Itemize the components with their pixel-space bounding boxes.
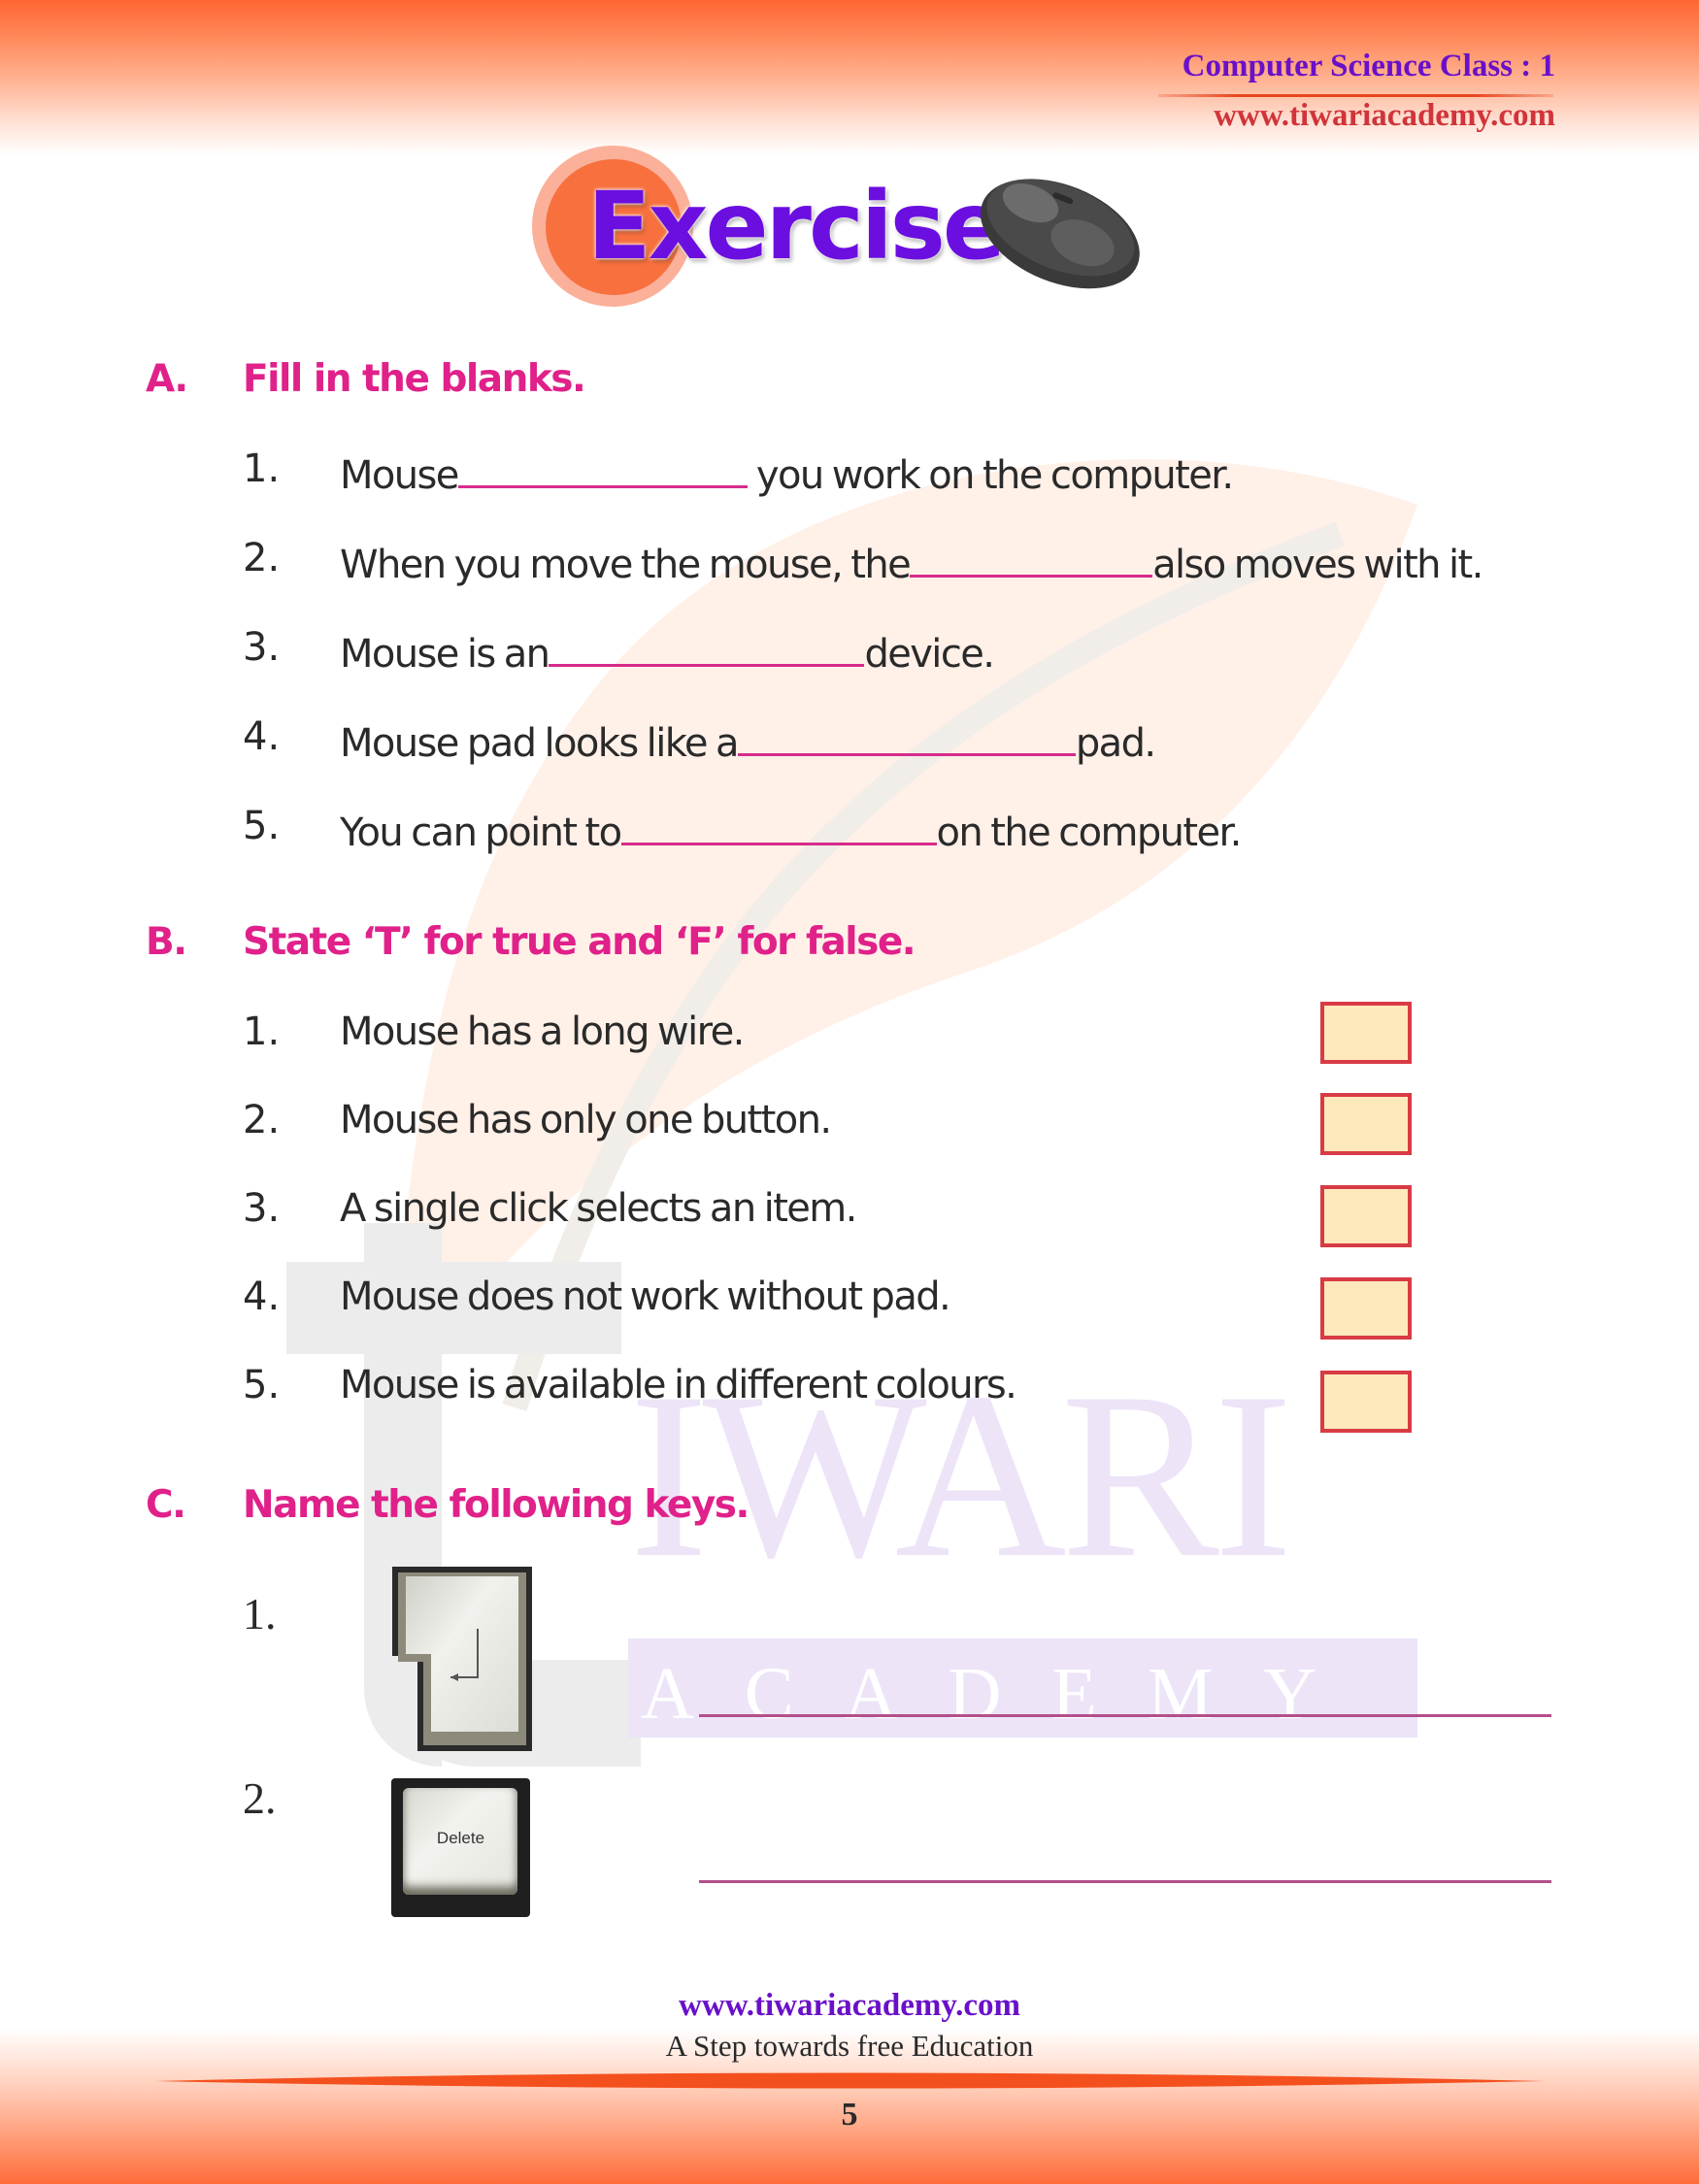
fill-blank-item: Mouse you work on the computer.: [340, 447, 1234, 498]
true-false-statement: Mouse is available in different colours.: [340, 1363, 1017, 1407]
header-website-link[interactable]: www.tiwariacademy.com: [1214, 98, 1555, 134]
fill-blank-input[interactable]: [910, 536, 1153, 578]
computer-mouse-icon: [980, 179, 1140, 289]
section-b-letter: B.: [146, 920, 187, 964]
section-a-letter: A.: [146, 357, 188, 401]
delete-key-icon: Delete: [391, 1778, 530, 1917]
true-false-answer-box[interactable]: [1320, 1002, 1412, 1064]
fill-blank-input[interactable]: [620, 804, 937, 845]
key-answer-line[interactable]: [699, 1880, 1551, 1883]
key-question-number: 1.: [243, 1589, 277, 1638]
footer-divider-swoosh: [155, 2072, 1544, 2089]
true-false-statement: Mouse has a long wire.: [340, 1009, 745, 1054]
fill-blank-input[interactable]: [737, 714, 1076, 756]
true-false-number: 2.: [243, 1098, 281, 1142]
watermark-academy-text: ACADEMY: [641, 1653, 1368, 1735]
key-question-number: 2.: [243, 1773, 277, 1823]
delete-key-label: Delete: [436, 1829, 485, 1847]
fill-blank-text-before: Mouse is an: [340, 632, 550, 677]
fill-blank-number: 1.: [243, 447, 281, 491]
true-false-answer-box[interactable]: [1320, 1277, 1412, 1340]
fill-blank-item: Mouse pad looks like a pad.: [340, 714, 1156, 766]
fill-blank-item: You can point to on the computer.: [340, 804, 1243, 855]
true-false-number: 3.: [243, 1186, 281, 1231]
footer-tagline: A Step towards free Education: [665, 2029, 1034, 2063]
fill-blank-item: When you move the mouse, the also moves w…: [340, 536, 1483, 587]
fill-blank-text-after: you work on the computer.: [747, 453, 1234, 498]
fill-blank-text-before: Mouse: [340, 453, 459, 498]
fill-blank-item: Mouse is an device.: [340, 625, 995, 677]
section-c-letter: C.: [146, 1483, 186, 1527]
fill-blank-text-after: pad.: [1075, 721, 1156, 766]
fill-blank-number: 5.: [243, 804, 281, 848]
fill-blank-text-after: also moves with it.: [1152, 543, 1483, 587]
fill-blank-input[interactable]: [549, 625, 865, 667]
fill-blank-number: 2.: [243, 536, 281, 580]
fill-blank-text-after: device.: [864, 632, 995, 677]
true-false-statement: A single click selects an item.: [340, 1186, 857, 1231]
true-false-answer-box[interactable]: [1320, 1093, 1412, 1155]
true-false-statement: Mouse has only one button.: [340, 1098, 832, 1142]
fill-blank-text-before: Mouse pad looks like a: [340, 721, 739, 766]
fill-blank-input[interactable]: [457, 447, 748, 488]
true-false-number: 1.: [243, 1009, 281, 1054]
enter-key-icon: [392, 1567, 532, 1751]
key-answer-line[interactable]: [699, 1714, 1551, 1717]
page-number: 5: [841, 2097, 858, 2133]
fill-blank-text-before: You can point to: [340, 811, 622, 855]
section-a-heading: Fill in the blanks.: [243, 357, 586, 401]
true-false-statement: Mouse does not work without pad.: [340, 1274, 951, 1319]
true-false-number: 5.: [243, 1363, 281, 1407]
footer-website-link[interactable]: www.tiwariacademy.com: [0, 1988, 1699, 2024]
fill-blank-number: 4.: [243, 714, 281, 759]
fill-blank-text-after: on the computer.: [936, 811, 1243, 855]
true-false-number: 4.: [243, 1274, 281, 1319]
header-subject: Computer Science Class : 1: [1182, 49, 1555, 83]
true-false-answer-box[interactable]: [1320, 1371, 1412, 1433]
fill-blank-text-before: When you move the mouse, the: [340, 543, 912, 587]
header-divider: [1158, 94, 1553, 97]
section-c-heading: Name the following keys.: [243, 1483, 750, 1527]
fill-blank-number: 3.: [243, 625, 281, 670]
section-b-heading: State ‘T’ for true and ‘F’ for false.: [243, 920, 916, 964]
true-false-answer-box[interactable]: [1320, 1185, 1412, 1247]
